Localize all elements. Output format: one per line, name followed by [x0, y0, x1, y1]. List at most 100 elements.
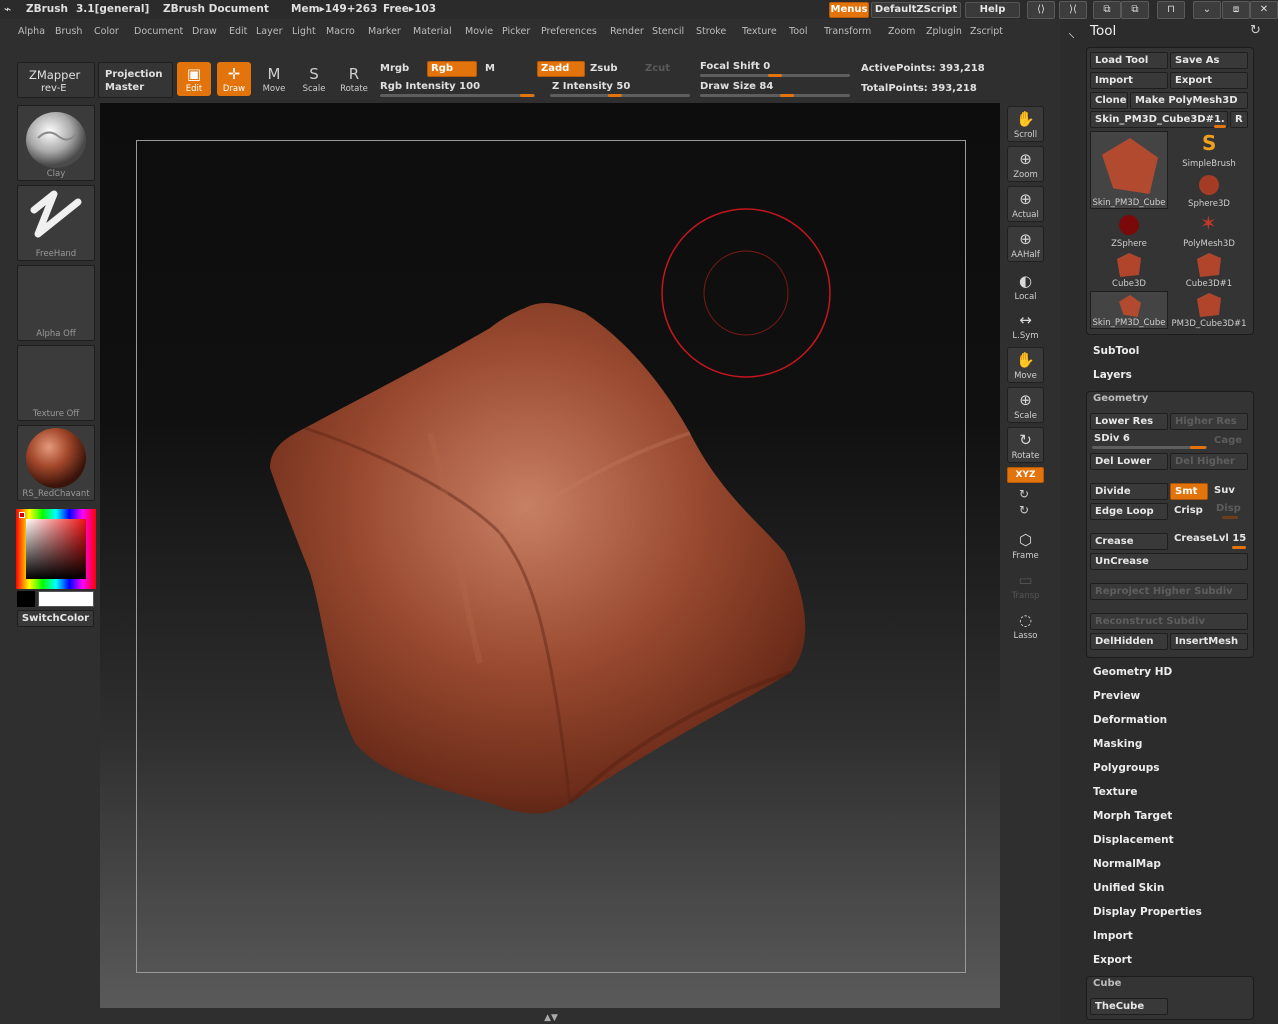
del-lower-button[interactable]: Del Lower — [1090, 453, 1168, 470]
tool-thumb-cube[interactable]: Cube3D — [1090, 251, 1168, 289]
tray-toggle-icon[interactable]: ⟨⟩ — [1027, 1, 1055, 19]
tool-thumb-polymesh[interactable]: ✶ PolyMesh3D — [1170, 211, 1248, 249]
section-display-properties[interactable]: Display Properties — [1093, 906, 1202, 918]
mrgb-toggle[interactable]: Mrgb — [380, 63, 409, 74]
smt-toggle[interactable]: Smt — [1170, 483, 1208, 500]
section-polygroups[interactable]: Polygroups — [1093, 762, 1160, 774]
tool-thumb-simplebrush[interactable]: S SimpleBrush — [1170, 131, 1248, 169]
draw-size-slider[interactable]: Draw Size 84 — [700, 81, 773, 92]
actual-button[interactable]: ⊕ Actual — [1007, 186, 1044, 222]
layout-b-icon[interactable]: ⧉ — [1121, 1, 1149, 19]
close-icon[interactable]: ✕ — [1250, 1, 1278, 19]
menu-transform[interactable]: Transform — [824, 26, 871, 37]
reconstruct-subdiv-button[interactable]: Reconstruct Subdiv — [1090, 613, 1248, 630]
help-button[interactable]: Help — [965, 2, 1020, 18]
lower-res-button[interactable]: Lower Res — [1090, 413, 1168, 430]
higher-res-button[interactable]: Higher Res — [1170, 413, 1248, 430]
menu-draw[interactable]: Draw — [192, 26, 217, 37]
tool-thumb-zsphere[interactable]: ZSphere — [1090, 211, 1168, 249]
section-normalmap[interactable]: NormalMap — [1093, 858, 1161, 870]
draw-mode-button[interactable]: ✛ Draw — [217, 62, 251, 96]
menu-edit[interactable]: Edit — [229, 26, 247, 37]
menu-stroke[interactable]: Stroke — [696, 26, 726, 37]
m-toggle[interactable]: M — [485, 63, 495, 74]
thecube-button[interactable]: TheCube — [1090, 998, 1168, 1015]
frame-button[interactable]: ⬡ Frame — [1007, 527, 1044, 563]
zcut-toggle[interactable]: Zcut — [645, 63, 670, 74]
rgb-intensity-slider[interactable]: Rgb Intensity 100 — [380, 81, 480, 92]
menu-document[interactable]: Document — [134, 26, 183, 37]
rotate-y-icon[interactable]: ↻ — [1019, 503, 1029, 517]
menu-preferences[interactable]: Preferences — [541, 26, 597, 37]
rotate-z-icon[interactable]: ↻ — [1019, 487, 1029, 501]
z-intensity-slider[interactable]: Z Intensity 50 — [552, 81, 630, 92]
current-tool-slider[interactable]: Skin_PM3D_Cube3D#1. — [1090, 111, 1228, 128]
move-button[interactable]: ✋ Move — [1007, 347, 1044, 383]
menu-zoom[interactable]: Zoom — [888, 26, 915, 37]
menu-material[interactable]: Material — [413, 26, 452, 37]
texture-selector[interactable]: Texture Off — [17, 345, 95, 421]
geometry-section[interactable]: Geometry — [1093, 393, 1148, 404]
section-geometry-hd[interactable]: Geometry HD — [1093, 666, 1172, 678]
section-preview[interactable]: Preview — [1093, 690, 1140, 702]
lock-icon[interactable]: ⊓ — [1157, 1, 1185, 19]
disp-slider[interactable]: Disp — [1216, 503, 1241, 514]
crease-button[interactable]: Crease — [1090, 533, 1168, 550]
menu-brush[interactable]: Brush — [55, 26, 82, 37]
edge-loop-button[interactable]: Edge Loop — [1090, 503, 1168, 520]
make-polymesh-button[interactable]: Make PolyMesh3D — [1130, 92, 1248, 109]
color-picker[interactable] — [16, 509, 96, 589]
lasso-button[interactable]: ◌ Lasso — [1007, 607, 1044, 643]
insertmesh-button[interactable]: InsertMesh — [1170, 633, 1248, 650]
load-tool-button[interactable]: Load Tool — [1090, 52, 1168, 69]
menu-picker[interactable]: Picker — [502, 26, 530, 37]
menu-zscript[interactable]: Zscript — [970, 26, 1003, 37]
clone-button[interactable]: Clone — [1090, 92, 1128, 109]
section-deformation[interactable]: Deformation — [1093, 714, 1167, 726]
alpha-selector[interactable]: Alpha Off — [17, 265, 95, 341]
uncrease-button[interactable]: UnCrease — [1090, 553, 1248, 570]
scroll-button[interactable]: ✋ Scroll — [1007, 106, 1044, 142]
cage-button[interactable]: Cage — [1214, 435, 1242, 446]
focal-shift-slider[interactable]: Focal Shift 0 — [700, 61, 770, 72]
section-texture[interactable]: Texture — [1093, 786, 1137, 798]
tool-r-button[interactable]: R — [1230, 111, 1248, 128]
section-import[interactable]: Import — [1093, 930, 1133, 942]
aahalf-button[interactable]: ⊕ AAHalf — [1007, 226, 1044, 262]
menu-zplugin[interactable]: Zplugin — [926, 26, 962, 37]
suv-toggle[interactable]: Suv — [1214, 485, 1235, 496]
export-tool-button[interactable]: Export — [1170, 72, 1248, 89]
del-higher-button[interactable]: Del Higher — [1170, 453, 1248, 470]
menu-tool[interactable]: Tool — [789, 26, 807, 37]
reproject-higher-subdiv-button[interactable]: Reproject Higher Subdiv — [1090, 583, 1248, 600]
menu-render[interactable]: Render — [610, 26, 644, 37]
tool-thumb-skin[interactable]: Skin_PM3D_Cube — [1090, 291, 1168, 329]
restore-icon[interactable]: ⧈ — [1222, 1, 1250, 19]
menu-alpha[interactable]: Alpha — [18, 26, 45, 37]
layout-a-icon[interactable]: ⧉ — [1093, 1, 1121, 19]
crease-level-slider[interactable]: CreaseLvl 15 — [1174, 533, 1246, 544]
tool-thumb-cube[interactable]: Cube3D#1 — [1170, 251, 1248, 289]
projection-master-button[interactable]: Projection Master — [98, 62, 173, 98]
color-saturation-square[interactable] — [26, 519, 86, 579]
tool-thumb-cube[interactable]: PM3D_Cube3D#1 — [1170, 291, 1248, 329]
cube-section[interactable]: Cube — [1093, 978, 1121, 989]
local-button[interactable]: ◐ Local — [1007, 268, 1044, 304]
sculpt-viewport[interactable] — [100, 103, 1000, 1008]
menus-button[interactable]: Menus — [829, 2, 869, 18]
save-as-button[interactable]: Save As — [1170, 52, 1248, 69]
sdiv-slider[interactable]: SDiv 6 — [1094, 433, 1130, 444]
menu-movie[interactable]: Movie — [465, 26, 493, 37]
section-unified-skin[interactable]: Unified Skin — [1093, 882, 1164, 894]
move-mode-button[interactable]: M Move — [257, 62, 291, 96]
section-displacement[interactable]: Displacement — [1093, 834, 1174, 846]
secondary-color-swatch[interactable] — [17, 591, 35, 607]
section-morph-target[interactable]: Morph Target — [1093, 810, 1172, 822]
menu-macro[interactable]: Macro — [326, 26, 355, 37]
minimize-icon[interactable]: ⌄ — [1193, 1, 1221, 19]
hue-marker[interactable] — [19, 512, 25, 518]
tool-thumb-skin[interactable]: Skin_PM3D_Cube — [1090, 131, 1168, 209]
bottom-tray-toggle-icon[interactable]: ▲▼ — [541, 1013, 561, 1023]
palette-reset-icon[interactable]: ↻ — [1250, 23, 1261, 38]
transp-button[interactable]: ▭ Transp — [1007, 567, 1044, 603]
